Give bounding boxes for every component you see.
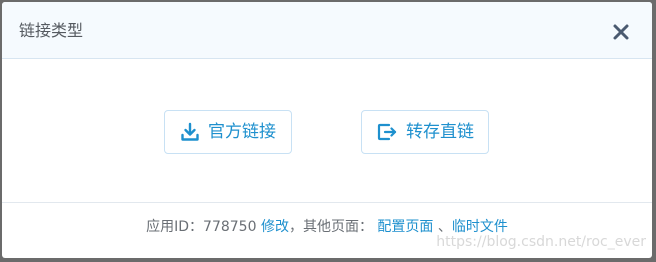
official-link-button[interactable]: 官方链接: [164, 110, 292, 154]
link-type-dialog: 链接类型 官方链接 转存直链 应用ID：778750 修改，其他页面： 配置页面…: [2, 2, 652, 258]
modify-link[interactable]: 修改: [261, 219, 289, 235]
app-id-value: 778750: [203, 219, 257, 235]
official-link-label: 官方链接: [208, 122, 276, 142]
config-page-link[interactable]: 配置页面: [377, 219, 433, 235]
close-button[interactable]: [611, 22, 631, 42]
transfer-direct-link-button[interactable]: 转存直链: [361, 110, 489, 154]
dialog-header: 链接类型: [2, 2, 652, 59]
temp-files-link[interactable]: 临时文件: [452, 219, 508, 235]
transfer-direct-link-label: 转存直链: [406, 122, 474, 142]
download-icon: [180, 122, 200, 142]
app-id-label: 应用ID：: [146, 219, 204, 235]
dialog-title: 链接类型: [19, 21, 84, 40]
footer-divider: [2, 202, 652, 203]
link-separator: 、: [437, 219, 452, 235]
other-pages-label: ，其他页面：: [288, 219, 373, 235]
export-icon: [376, 122, 398, 142]
watermark: https://blog.csdn.net/roc_ever: [436, 234, 646, 250]
close-icon: [611, 22, 631, 42]
